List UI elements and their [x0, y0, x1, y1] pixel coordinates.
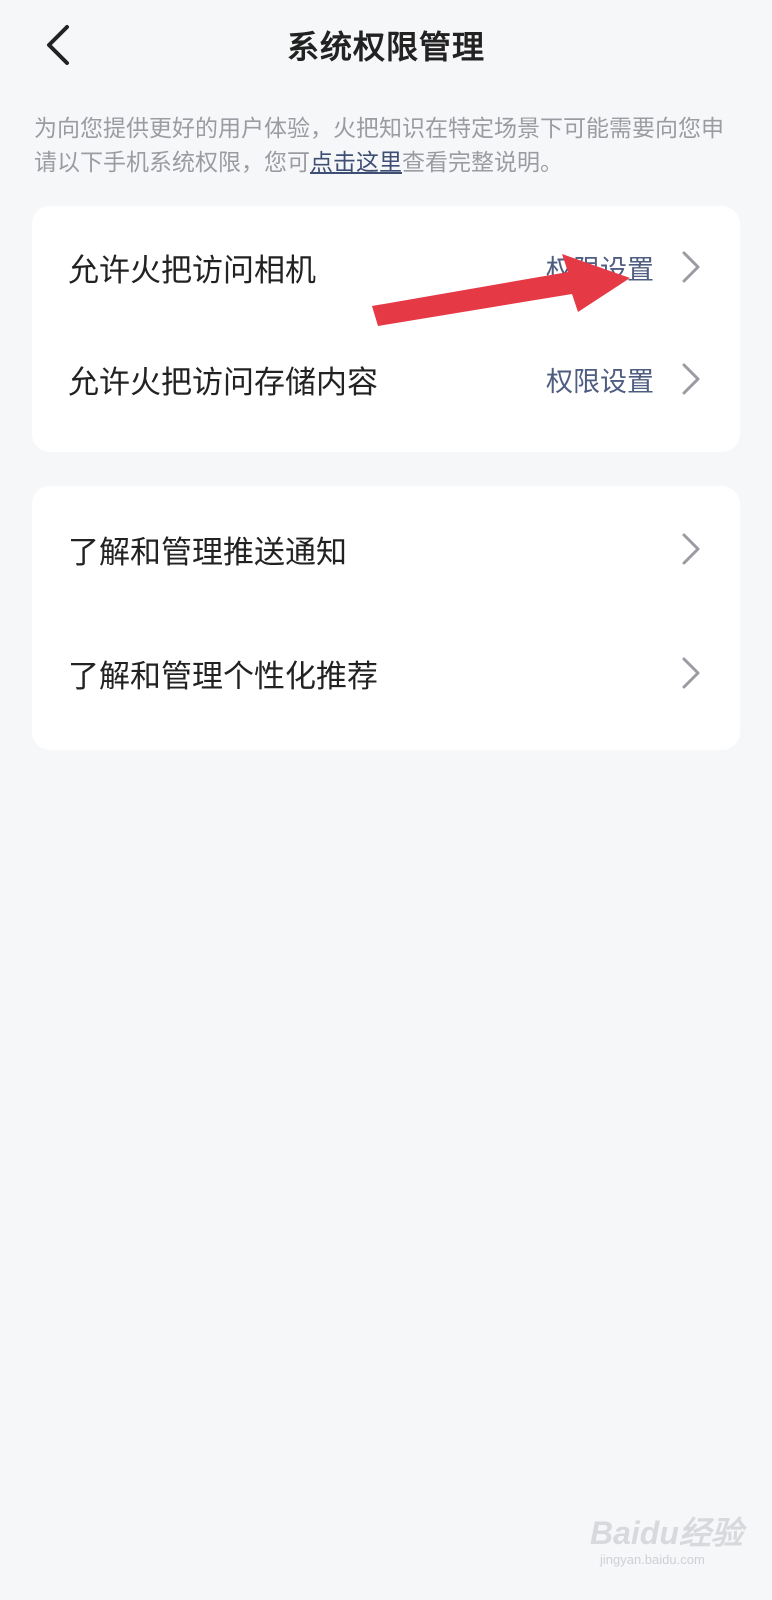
push-notification-label: 了解和管理推送通知: [68, 534, 347, 571]
storage-permission-label: 允许火把访问存储内容: [68, 364, 378, 401]
personalized-recommendation-row[interactable]: 了解和管理个性化推荐: [32, 630, 740, 716]
camera-permission-label: 允许火把访问相机: [68, 252, 316, 289]
header-bar: 系统权限管理: [0, 0, 772, 90]
camera-permission-row[interactable]: 允许火把访问相机 权限设置: [32, 224, 740, 310]
watermark-url: jingyan.baidu.com: [600, 1552, 705, 1567]
push-notification-row[interactable]: 了解和管理推送通知: [32, 506, 740, 592]
management-card: 了解和管理推送通知 了解和管理个性化推荐: [32, 486, 740, 750]
intro-text-after: 查看完整说明。: [402, 150, 563, 176]
camera-permission-settings-link[interactable]: 权限设置: [546, 248, 654, 287]
watermark-brand: Baidu经验: [590, 1515, 743, 1551]
permissions-card: 允许火把访问相机 权限设置 允许火把访问存储内容 权限设置: [32, 206, 740, 452]
chevron-right-icon: [682, 533, 700, 565]
intro-description: 为向您提供更好的用户体验，火把知识在特定场景下可能需要向您申请以下手机系统权限，…: [34, 112, 744, 180]
full-explanation-link[interactable]: 点击这里: [310, 150, 402, 176]
personalized-recommendation-label: 了解和管理个性化推荐: [68, 658, 378, 695]
storage-permission-row[interactable]: 允许火把访问存储内容 权限设置: [32, 336, 740, 422]
storage-permission-settings-link[interactable]: 权限设置: [546, 360, 654, 399]
chevron-right-icon: [682, 657, 700, 689]
baidu-watermark: Baidu经验 jingyan.baidu.com: [590, 1500, 750, 1580]
chevron-right-icon: [682, 251, 700, 283]
page-title: 系统权限管理: [286, 28, 485, 66]
chevron-right-icon: [682, 363, 700, 395]
